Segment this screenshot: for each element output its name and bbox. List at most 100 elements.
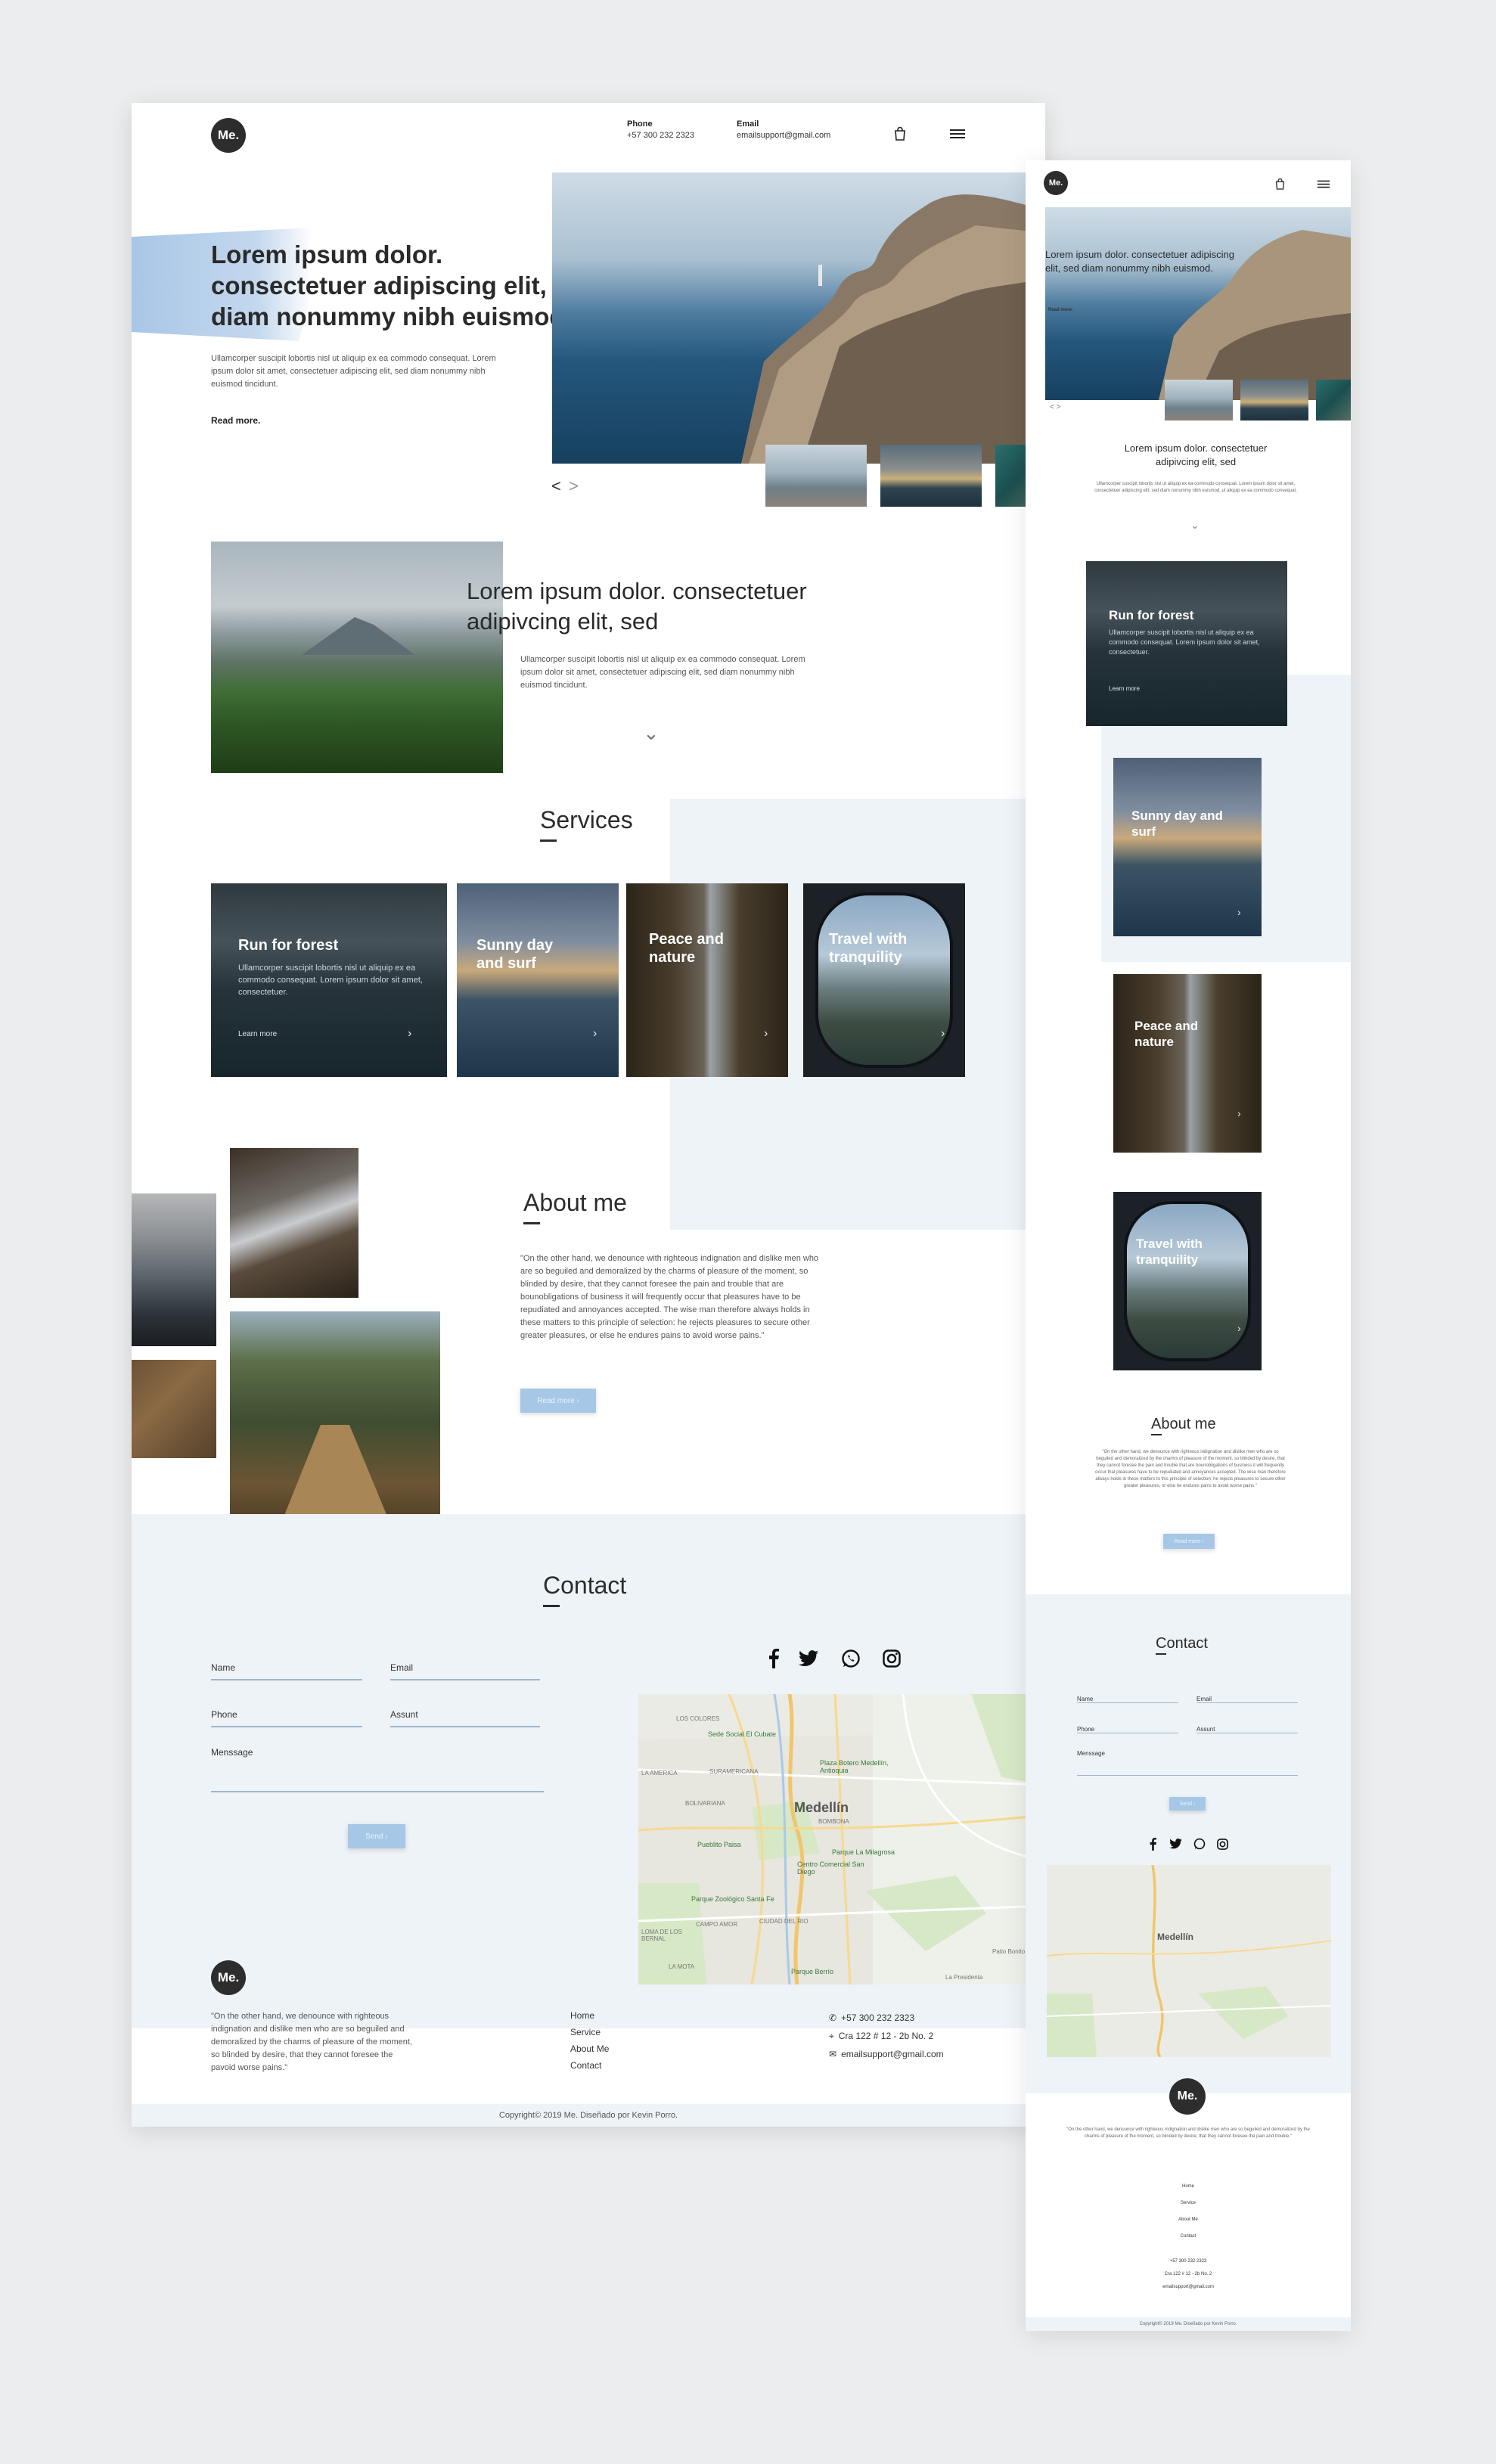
service-card-title: Peace and nature: [1134, 1019, 1199, 1049]
intro-scroll-chevron[interactable]: ⌄: [643, 722, 660, 745]
footer-link-service[interactable]: Service: [570, 2024, 609, 2040]
mobile-about-body: "On the other hand, we denounce with rig…: [1095, 1450, 1286, 1488]
mobile-about-title: About me: [1151, 1416, 1216, 1432]
map-label: Sede Social El Cubate: [708, 1730, 777, 1738]
service-card-learn-more[interactable]: Learn more: [238, 1030, 277, 1038]
mobile-service-card-nature[interactable]: Peace and nature ›: [1113, 974, 1262, 1153]
mobile-hero-read-more[interactable]: Read more.: [1048, 307, 1073, 314]
map-label: La Presidenta: [945, 1974, 983, 1981]
mobile-footer-link-contact[interactable]: Contact: [1026, 2228, 1351, 2245]
service-card-title: Run for forest: [238, 937, 339, 954]
hamburger-menu-icon[interactable]: [948, 126, 967, 142]
mobile-hero-nav[interactable]: < >: [1050, 404, 1060, 411]
mobile-footer-phone: +57 300 232 2323: [1169, 2259, 1207, 2264]
assunt-label: Assunt: [1196, 1726, 1215, 1733]
service-card-learn-more[interactable]: Learn more: [1109, 685, 1140, 692]
mobile-page: Me. Lorem ipsum dolor. consectetuer adip…: [1026, 160, 1351, 2331]
map[interactable]: Sede Social El Cubate Plaza Botero Medel…: [638, 1694, 1045, 1985]
thumb-sunset[interactable]: [880, 445, 982, 507]
services-title: Services: [540, 806, 633, 833]
mobile-thumb-2[interactable]: [1240, 380, 1308, 420]
about-read-more-button[interactable]: Read more ›: [520, 1389, 596, 1413]
hero-read-more[interactable]: Read more.: [211, 415, 260, 426]
footer-link-home[interactable]: Home: [570, 2007, 609, 2024]
mobile-send-button[interactable]: Send ›: [1169, 1797, 1206, 1811]
mobile-footer-link-about[interactable]: About Me: [1026, 2211, 1351, 2228]
assunt-field[interactable]: Assunt: [390, 1708, 540, 1727]
facebook-icon[interactable]: [764, 1647, 784, 1670]
chevron-right-icon[interactable]: ›: [593, 1027, 597, 1041]
mobile-twitter-icon[interactable]: [1168, 1836, 1183, 1851]
mobile-hamburger-menu-icon[interactable]: [1316, 177, 1331, 191]
service-card-surf[interactable]: Sunny day and surf ›: [457, 883, 619, 1077]
hero-next-button[interactable]: >: [569, 476, 579, 496]
mobile-footer-quote: "On the other hand, we denounce with rig…: [1066, 2127, 1310, 2139]
chevron-right-icon[interactable]: ›: [408, 1027, 411, 1041]
mobile-airplane-window: [1124, 1201, 1251, 1361]
mobile-message-field[interactable]: Menssage: [1077, 1746, 1298, 1776]
footer-link-about[interactable]: About Me: [570, 2040, 609, 2057]
mobile-service-card-surf[interactable]: Sunny day and surf ›: [1113, 758, 1262, 936]
map-label: CAMPO AMOR: [696, 1921, 738, 1928]
shopping-bag-icon[interactable]: [892, 126, 908, 142]
chevron-right-icon[interactable]: ›: [1237, 1107, 1241, 1119]
email-field-label: Email: [1196, 1696, 1212, 1702]
mobile-service-card-forest[interactable]: Run for forest Ullamcorper suscipit lobo…: [1086, 561, 1287, 726]
mobile-intro-chevron[interactable]: ⌄: [1190, 519, 1200, 532]
logo[interactable]: Me.: [211, 118, 246, 153]
mobile-whatsapp-icon[interactable]: [1192, 1836, 1207, 1851]
mobile-map[interactable]: Medellín: [1047, 1865, 1331, 2057]
map-label: BOMBONA: [818, 1818, 849, 1825]
footer-email-row: ✉ emailsupport@gmail.com: [829, 2045, 944, 2063]
service-card-forest[interactable]: Run for forest Ullamcorper suscipit lobo…: [211, 883, 447, 1077]
mobile-thumb-1[interactable]: [1165, 380, 1233, 420]
email-field[interactable]: Email: [390, 1661, 540, 1680]
service-card-desc: Ullamcorper suscipit lobortis nisl ut al…: [238, 964, 423, 997]
mobile-thumb-3[interactable]: [1316, 380, 1351, 420]
hero-prev-button[interactable]: <: [551, 476, 561, 496]
mobile-hero-photo: [1045, 207, 1351, 400]
mobile-shopping-bag-icon[interactable]: [1274, 177, 1286, 191]
message-field[interactable]: Menssage: [211, 1746, 544, 1792]
mobile-logo[interactable]: Me.: [1044, 171, 1068, 195]
phone-field-label: Phone: [1077, 1726, 1095, 1733]
service-card-travel[interactable]: Travel with tranquility ›: [803, 883, 965, 1077]
mobile-email-field[interactable]: Email: [1196, 1691, 1298, 1703]
intro-title: Lorem ipsum dolor. consectetuer adipivci…: [467, 578, 807, 635]
whatsapp-icon[interactable]: [840, 1647, 862, 1670]
mobile-assunt-field[interactable]: Assunt: [1196, 1721, 1298, 1733]
email-field-label: Email: [390, 1662, 414, 1673]
mobile-about-button[interactable]: Read more ›: [1163, 1534, 1215, 1549]
message-label: Menssage: [211, 1747, 253, 1758]
mobile-footer-logo[interactable]: Me.: [1169, 2078, 1206, 2115]
footer-logo[interactable]: Me.: [211, 1960, 246, 1995]
chevron-right-icon[interactable]: ›: [764, 1027, 768, 1041]
mobile-phone-field[interactable]: Phone: [1077, 1721, 1178, 1733]
name-label: Name: [1077, 1696, 1094, 1702]
thumb-coast-1[interactable]: [765, 445, 867, 507]
footer-link-contact[interactable]: Contact: [570, 2057, 609, 2074]
mobile-name-field[interactable]: Name: [1077, 1691, 1178, 1703]
footer-address-row: ⌖ Cra 122 # 12 - 2b No. 2: [829, 2027, 944, 2045]
phone-field[interactable]: Phone: [211, 1708, 362, 1727]
mobile-service-card-travel[interactable]: Travel with tranquility ›: [1113, 1192, 1262, 1370]
mobile-footer-link-home[interactable]: Home: [1026, 2178, 1351, 2195]
name-field[interactable]: Name: [211, 1661, 362, 1680]
footer-quote: "On the other hand, we denounce with rig…: [211, 2012, 412, 2072]
instagram-icon[interactable]: [880, 1647, 903, 1670]
service-card-nature[interactable]: Peace and nature ›: [626, 883, 788, 1077]
mobile-facebook-icon[interactable]: [1147, 1836, 1159, 1851]
service-card-title: Sunny day and surf: [1131, 808, 1223, 839]
chevron-right-icon[interactable]: ›: [941, 1027, 945, 1041]
send-button[interactable]: Send ›: [348, 1824, 405, 1848]
map-label: Plaza Botero Medellín, Antioquia: [820, 1759, 889, 1774]
map-label: Patio Bonito: [992, 1948, 1026, 1955]
mobile-hero-title: Lorem ipsum dolor. consectetuer adipisci…: [1045, 249, 1235, 274]
chevron-right-icon[interactable]: ›: [1237, 906, 1241, 918]
chevron-right-icon[interactable]: ›: [1237, 1322, 1241, 1334]
phone-label: Phone: [627, 119, 653, 129]
twitter-icon[interactable]: [797, 1647, 820, 1670]
mobile-footer-link-service[interactable]: Service: [1026, 2195, 1351, 2211]
mobile-instagram-icon[interactable]: [1215, 1836, 1230, 1851]
service-card-title: Run for forest: [1109, 608, 1194, 622]
